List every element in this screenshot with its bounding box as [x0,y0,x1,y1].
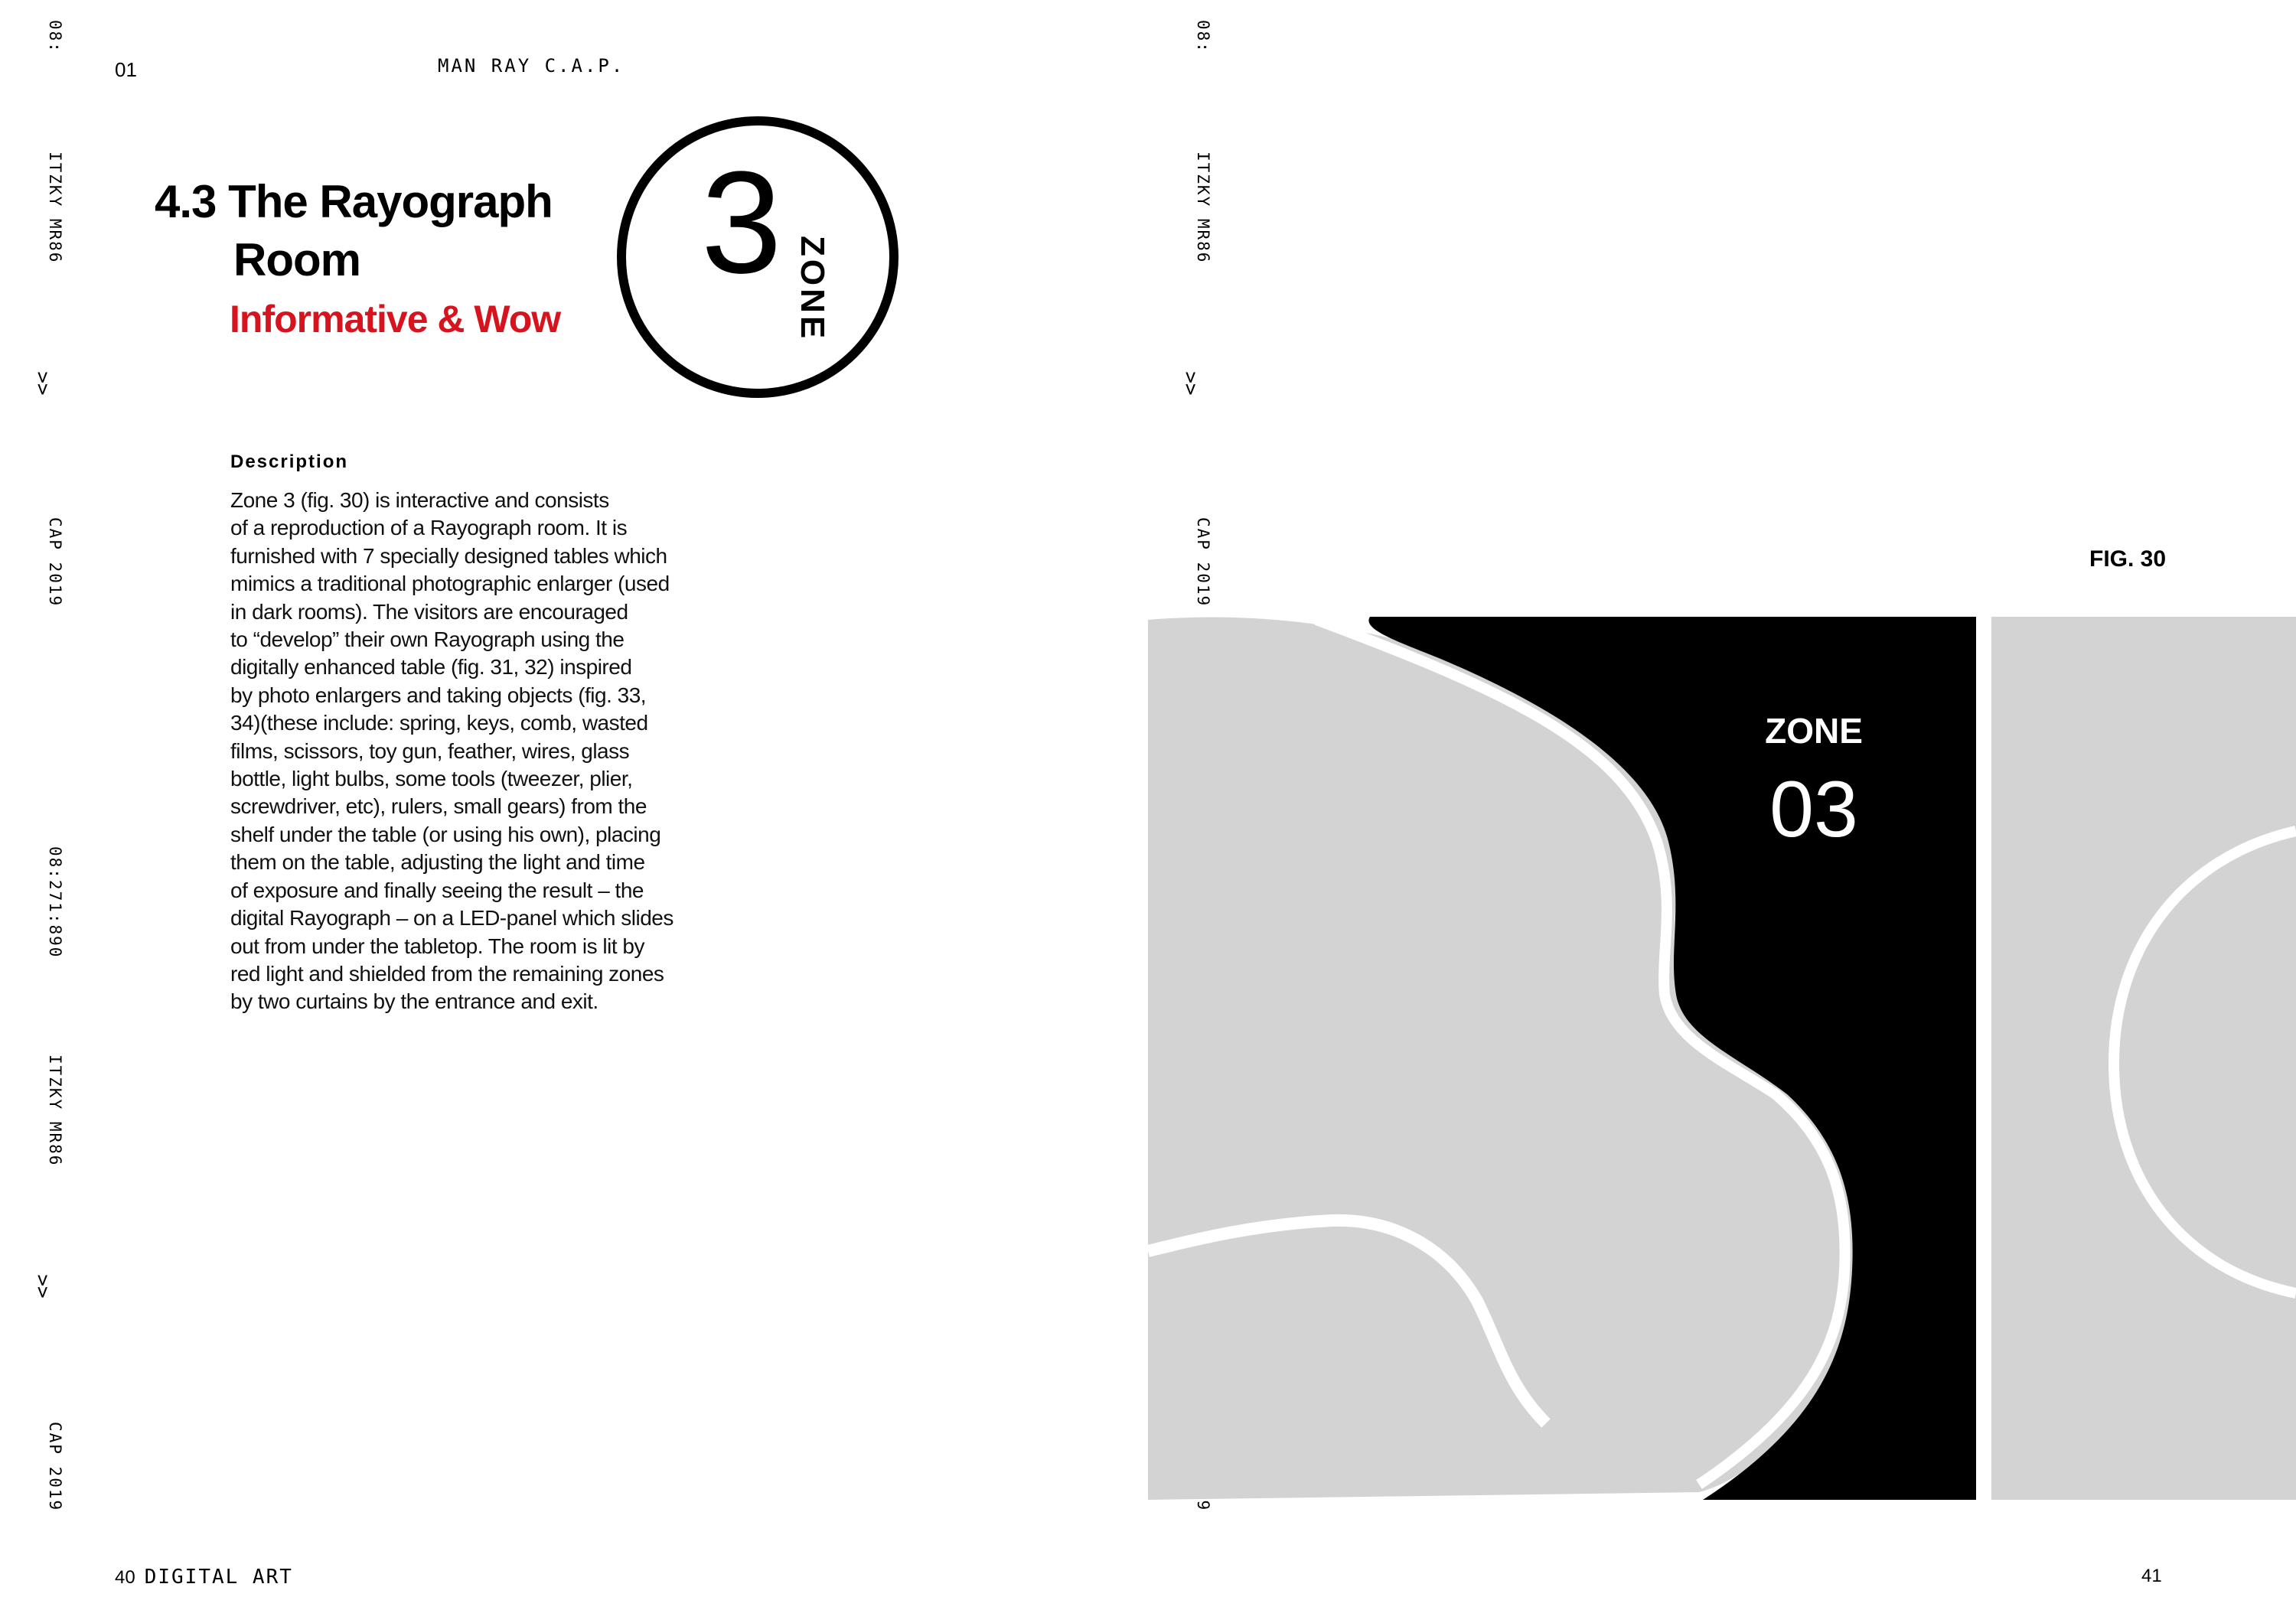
right-page-number: 41 [2141,1566,2162,1586]
description-line: to “develop” their own Rayograph using t… [230,627,625,652]
margin-time-top: 08: [46,20,64,54]
left-footer: 40 DIGITAL ART [115,1566,293,1589]
left-page-number: 40 [115,1567,135,1588]
description-line: digital Rayograph – on a LED-panel which… [230,906,673,930]
description-line: bottle, light bulbs, some tools (tweezer… [230,767,633,791]
margin-arrows-icon: >> [1179,371,1202,396]
margin-code: ITZKY MR86 [46,1054,64,1167]
zone-circle-word: ZONE [794,236,831,342]
description-line: mimics a traditional photographic enlarg… [230,572,670,596]
zone-03-label: ZONE [1765,711,1863,751]
description-line: out from under the tabletop. The room is… [230,934,644,958]
margin-arrows-icon: >> [31,1274,54,1299]
description-line: of a reproduction of a Rayograph room. I… [230,516,628,540]
book-spread: 08: ITZKY MR86 >> CAP 2019 08:271:890 IT… [0,0,2296,1623]
section-subheading: Informative & Wow [230,298,561,341]
margin-code: ITZKY MR86 [46,152,64,264]
zone-floor-plan-illustration [1148,614,2296,1500]
description-line: of exposure and finally seeing the resul… [230,878,644,902]
description-line: 34)(these include: spring, keys, comb, w… [230,711,648,735]
publication-title: MAN RAY C.A.P. [438,55,625,77]
zone-03-number: 03 [1769,765,1858,854]
description-line: in dark rooms). The visitors are encoura… [230,599,628,624]
margin-year: CAP 2019 [1194,517,1212,608]
description-body: Zone 3 (fig. 30) is interactive and cons… [230,487,720,1016]
left-footer-section: DIGITAL ART [144,1566,293,1589]
description-line: red light and shielded from the remainin… [230,961,664,986]
margin-time-full: 08:271:890 [46,846,64,959]
margin-year: CAP 2019 [46,517,64,608]
heading-line-2: Room [233,234,361,285]
margin-time-top: 08: [1194,20,1212,54]
description-line: digitally enhanced table (fig. 31, 32) i… [230,655,632,680]
section-heading: 4.3 The Rayograph Room [155,173,553,289]
description-line: films, scissors, toy gun, feather, wires… [230,738,630,763]
description-line: them on the table, adjusting the light a… [230,850,645,875]
floor-gray-right [1991,617,2296,1500]
description-label: Description [230,451,349,472]
margin-code: ITZKY MR86 [1194,152,1212,264]
description-line: screwdriver, etc), rulers, small gears) … [230,794,647,819]
heading-line-1: 4.3 The Rayograph [155,176,553,227]
zone-circle-number: 3 [701,142,782,304]
description-line: furnished with 7 specially designed tabl… [230,543,667,568]
figure-label: FIG. 30 [2089,546,2167,572]
description-line: shelf under the table (or using his own)… [230,822,661,846]
margin-arrows-icon: >> [31,371,54,396]
margin-year: CAP 2019 [46,1422,64,1512]
left-margin-strip: 08: ITZKY MR86 >> CAP 2019 08:271:890 IT… [17,0,64,1623]
description-line: by photo enlargers and taking objects (f… [230,683,647,707]
page-index: 01 [115,58,137,81]
description-line: Zone 3 (fig. 30) is interactive and cons… [230,488,609,512]
description-line: by two curtains by the entrance and exit… [230,989,598,1014]
